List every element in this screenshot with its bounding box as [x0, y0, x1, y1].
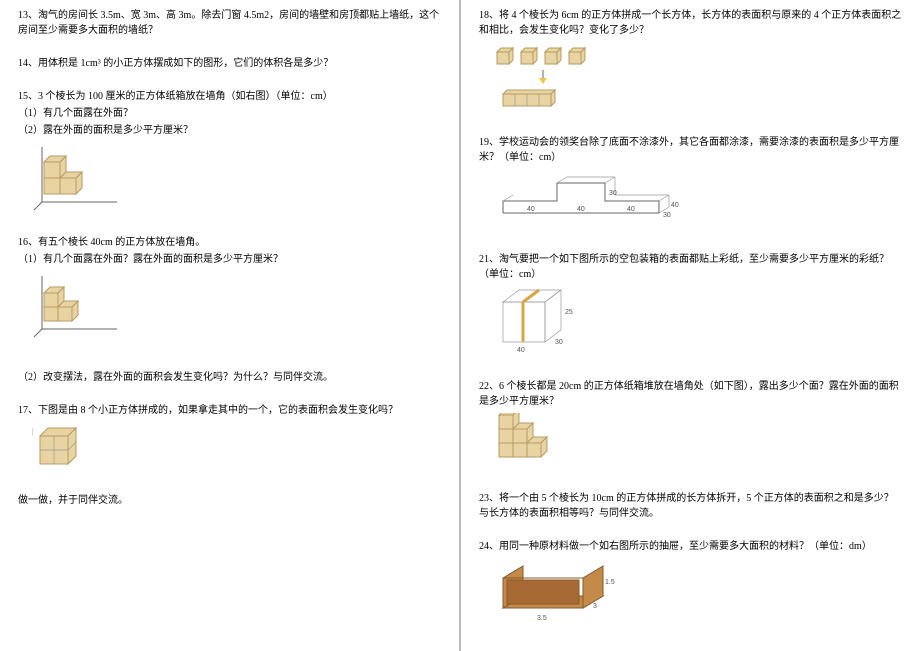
question-13: 13、淘气的房间长 3.5m、宽 3m、高 3m。除去门窗 4.5m2，房间的墙…	[18, 8, 441, 38]
question-22: 22、6 个棱长都是 20cm 的正方体纸箱堆放在墙角处（如下图），露出多少个面…	[479, 379, 902, 473]
q23-text: 23、将一个由 5 个棱长为 10cm 的正方体拼成的长方体拆开，5 个正方体的…	[479, 491, 902, 521]
q16-figure	[32, 271, 441, 346]
p19-lbl-4: 40	[671, 202, 679, 209]
p19-lbl-1: 40	[527, 206, 535, 213]
p21-lbl-b: 30	[555, 339, 563, 346]
q24-figure: 1.5 3 3.5	[493, 558, 902, 633]
q21-text: 21、淘气要把一个如下图所示的空包装箱的表面都贴上彩纸，至少需要多少平方厘米的彩…	[479, 252, 902, 282]
q19-figure: 40 40 40 40 30 30	[493, 169, 902, 234]
q18-text: 18、将 4 个棱长为 6cm 的正方体拼成一个长方体，长方体的表面积与原来的 …	[479, 8, 902, 38]
q22-figure	[493, 413, 902, 473]
question-14: 14、用体积是 1cm³ 的小正方体摆成如下的图形，它们的体积各是多少？	[18, 56, 441, 71]
p24-lbl-c: 3.5	[537, 615, 547, 622]
q17-text-b: 做一做，并于同伴交流。	[18, 493, 441, 508]
p24-lbl-b: 3	[593, 603, 597, 610]
question-15: 15、3 个棱长为 100 厘米的正方体纸箱放在墙角（如右图）（单位：cm） （…	[18, 89, 441, 217]
q18-figure	[493, 42, 902, 117]
page: 13、淘气的房间长 3.5m、宽 3m、高 3m。除去门窗 4.5m2，房间的墙…	[0, 0, 920, 651]
question-17: 17、下图是由 8 个小正方体拼成的，如果拿走其中的一个，它的表面积会发生变化吗…	[18, 403, 441, 508]
q13-text: 13、淘气的房间长 3.5m、宽 3m、高 3m。除去门窗 4.5m2，房间的墙…	[18, 8, 441, 38]
q24-text: 24、用同一种原材料做一个如右图所示的抽屉，至少需要多大面积的材料？（单位：dm…	[479, 539, 902, 554]
p19-lbl-3: 40	[627, 206, 635, 213]
q15-figure	[32, 142, 441, 217]
p19-lbl-6: 30	[609, 190, 617, 197]
p19-lbl-5: 30	[663, 212, 671, 219]
q16-text-b: （1）有几个面露在外面？露在外面的面积是多少平方厘米？	[18, 252, 441, 267]
question-23: 23、将一个由 5 个棱长为 10cm 的正方体拼成的长方体拆开，5 个正方体的…	[479, 491, 902, 521]
left-column: 13、淘气的房间长 3.5m、宽 3m、高 3m。除去门窗 4.5m2，房间的墙…	[0, 0, 459, 651]
question-16: 16、有五个棱长 40cm 的正方体放在墙角。 （1）有几个面露在外面？露在外面…	[18, 235, 441, 385]
q16-text-a: 16、有五个棱长 40cm 的正方体放在墙角。	[18, 235, 441, 250]
right-column: 18、将 4 个棱长为 6cm 的正方体拼成一个长方体，长方体的表面积与原来的 …	[461, 0, 920, 651]
question-24: 24、用同一种原材料做一个如右图所示的抽屉，至少需要多大面积的材料？（单位：dm…	[479, 539, 902, 633]
q15-text-b: （1）有几个面露在外面？	[18, 106, 441, 121]
q17-text-a: 17、下图是由 8 个小正方体拼成的，如果拿走其中的一个，它的表面积会发生变化吗…	[18, 403, 441, 418]
q22-text: 22、6 个棱长都是 20cm 的正方体纸箱堆放在墙角处（如下图），露出多少个面…	[479, 379, 902, 409]
q21-figure: 40 30 25	[493, 286, 902, 361]
p21-lbl-c: 25	[565, 309, 573, 316]
q15-text-c: （2）露在外面的面积是多少平方厘米？	[18, 123, 441, 138]
q19-text: 19、学校运动会的领奖台除了底面不涂漆外，其它各面都涂漆，需要涂漆的表面积是多少…	[479, 135, 902, 165]
p19-lbl-2: 40	[577, 206, 585, 213]
question-19: 19、学校运动会的领奖台除了底面不涂漆外，其它各面都涂漆，需要涂漆的表面积是多少…	[479, 135, 902, 234]
p24-lbl-a: 1.5	[605, 579, 615, 586]
q15-text-a: 15、3 个棱长为 100 厘米的正方体纸箱放在墙角（如右图）（单位：cm）	[18, 89, 441, 104]
q17-figure	[32, 422, 441, 477]
q16-text-c: （2）改变摆法，露在外面的面积会发生变化吗？为什么？与同伴交流。	[18, 370, 441, 385]
p21-lbl-a: 40	[517, 347, 525, 354]
q14-text: 14、用体积是 1cm³ 的小正方体摆成如下的图形，它们的体积各是多少？	[18, 56, 441, 71]
question-18: 18、将 4 个棱长为 6cm 的正方体拼成一个长方体，长方体的表面积与原来的 …	[479, 8, 902, 117]
question-21: 21、淘气要把一个如下图所示的空包装箱的表面都贴上彩纸，至少需要多少平方厘米的彩…	[479, 252, 902, 361]
